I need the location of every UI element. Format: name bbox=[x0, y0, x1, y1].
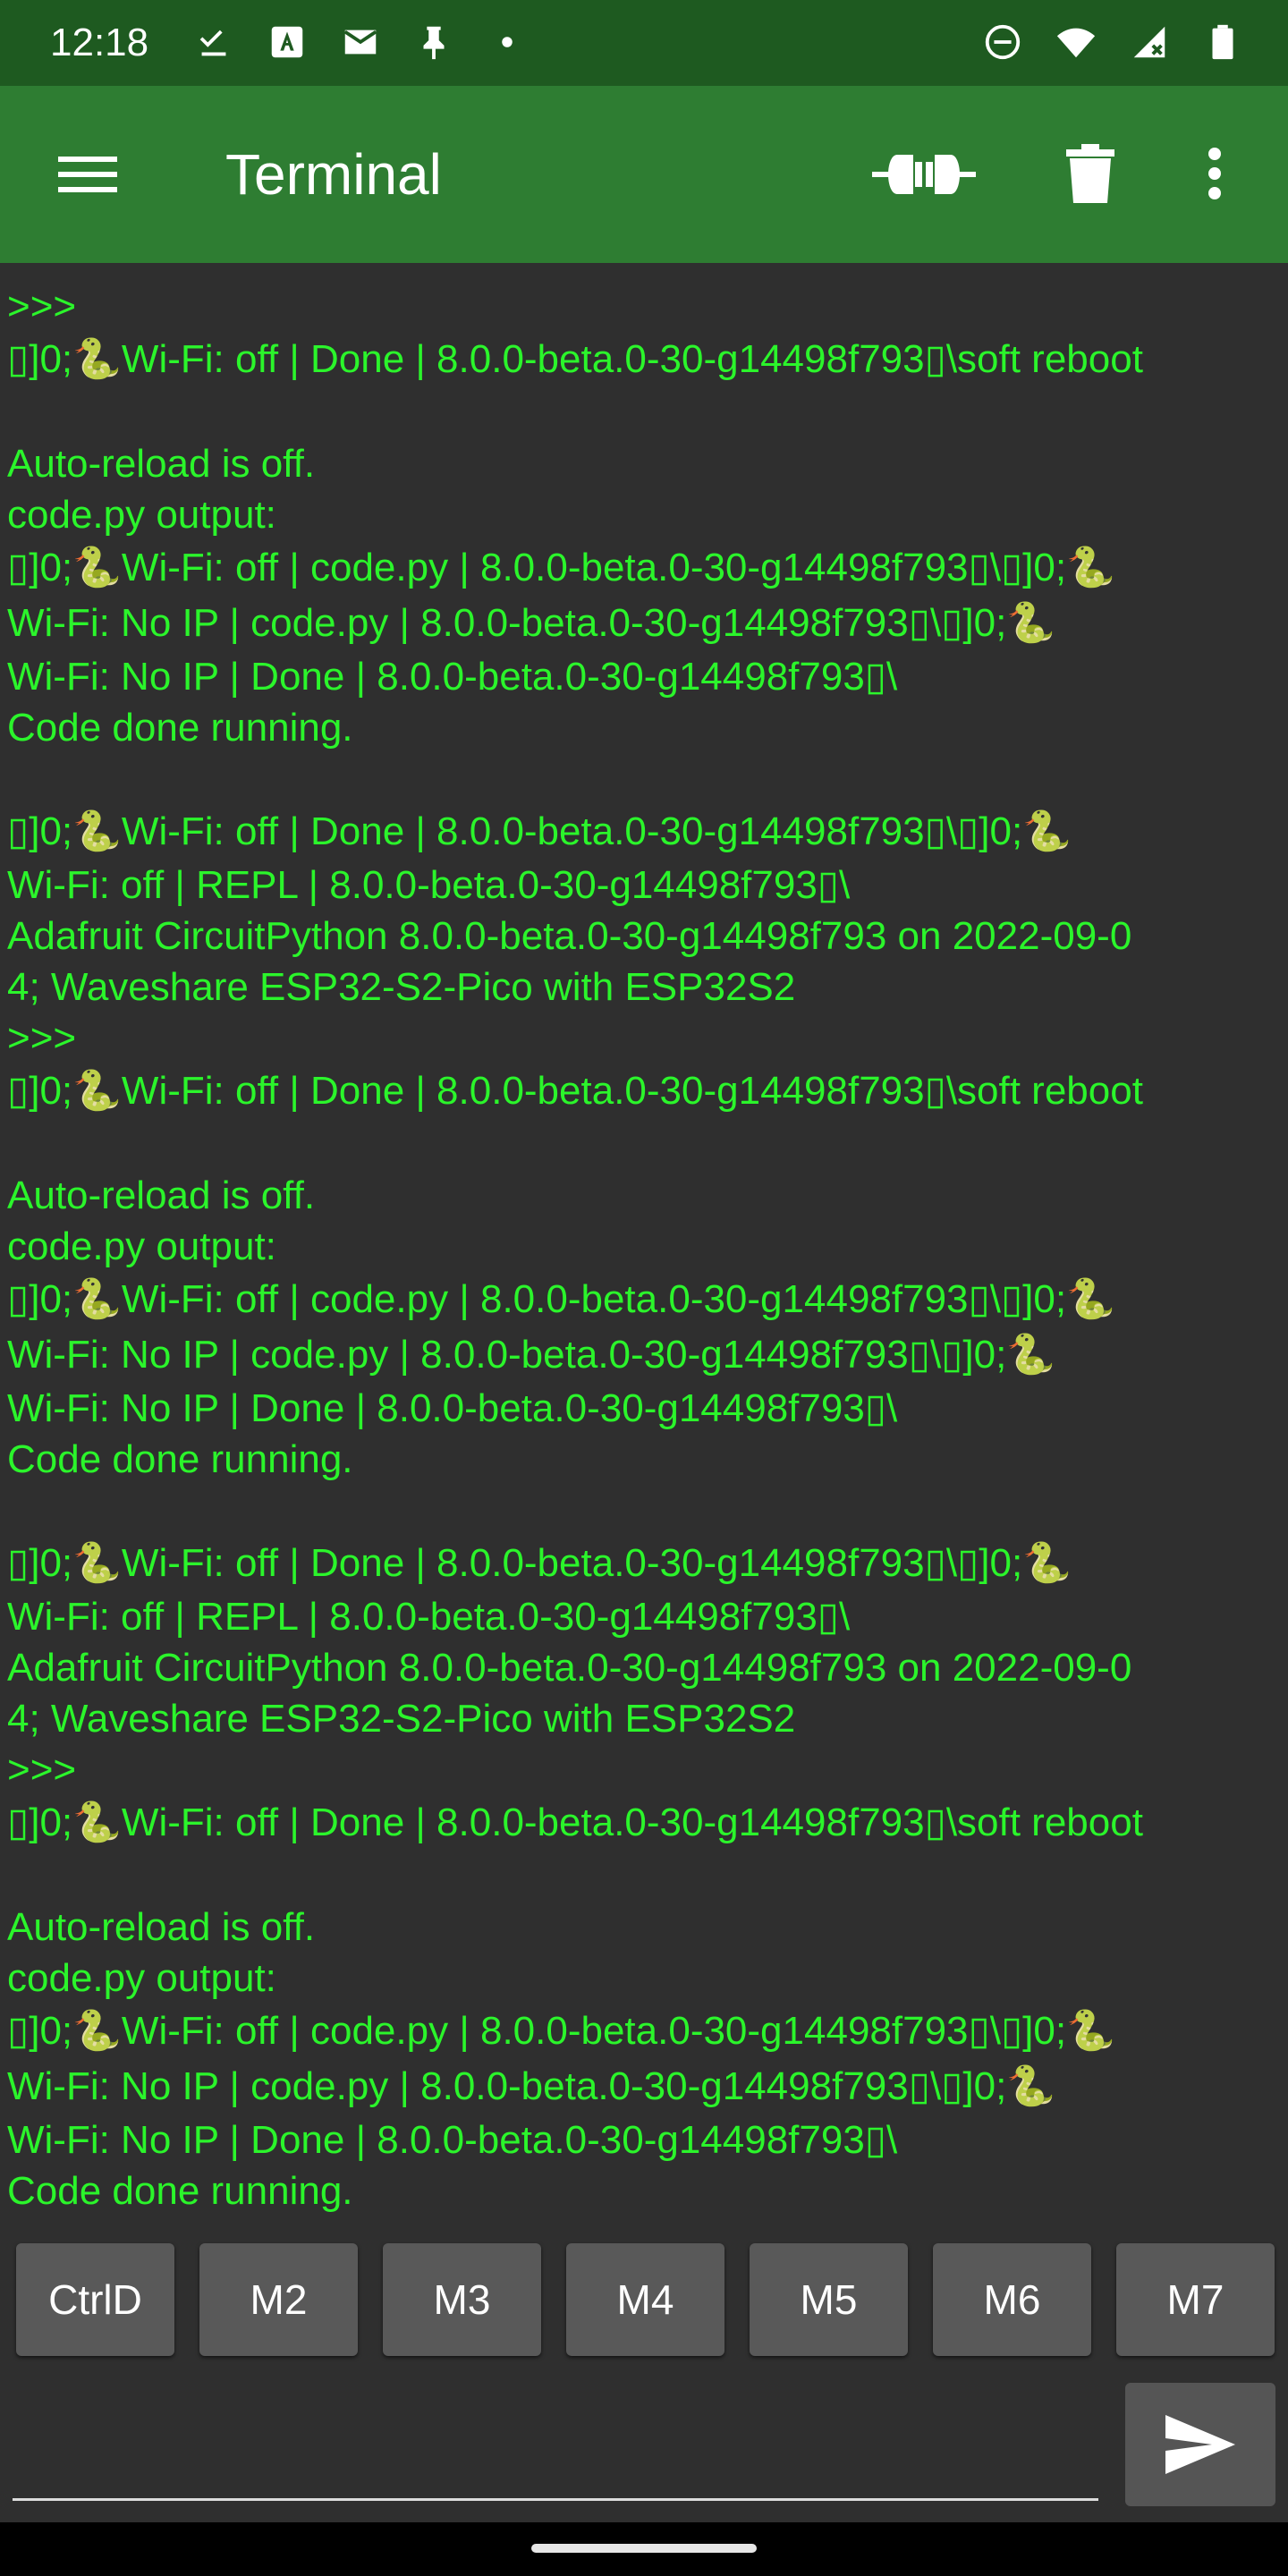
macro-button-row: CtrlD M2 M3 M4 M5 M6 M7 bbox=[0, 2243, 1288, 2360]
terminal-line: ▯]0;🐍Wi-Fi: off | code.py | 8.0.0-beta.0… bbox=[7, 2009, 1115, 2053]
font-icon bbox=[271, 26, 303, 58]
terminal-line: ▯]0;🐍Wi-Fi: off | Done | 8.0.0-beta.0-30… bbox=[7, 1801, 1143, 1844]
terminal-line: >>> bbox=[7, 284, 77, 328]
terminal-line: Wi-Fi: off | REPL | 8.0.0-beta.0-30-g144… bbox=[7, 863, 851, 907]
terminal-line: ▯]0;🐍Wi-Fi: off | Done | 8.0.0-beta.0-30… bbox=[7, 1541, 1072, 1585]
battery-icon bbox=[1212, 24, 1233, 60]
do-not-disturb-icon bbox=[985, 24, 1021, 60]
macro-button-m5[interactable]: M5 bbox=[750, 2243, 908, 2356]
terminal-line: code.py output: bbox=[7, 1956, 276, 2000]
hamburger-menu-icon bbox=[58, 157, 117, 192]
page-title: Terminal bbox=[225, 142, 442, 207]
terminal-line: ▯]0;🐍Wi-Fi: off | code.py | 8.0.0-beta.0… bbox=[7, 546, 1115, 589]
terminal-line: ▯]0;🐍Wi-Fi: off | Done | 8.0.0-beta.0-30… bbox=[7, 1069, 1143, 1113]
download-done-icon bbox=[199, 30, 226, 56]
system-navigation-bar bbox=[0, 2522, 1288, 2576]
overflow-menu-button[interactable] bbox=[1190, 132, 1240, 215]
terminal-line: Wi-Fi: off | REPL | 8.0.0-beta.0-30-g144… bbox=[7, 1595, 851, 1639]
macro-button-ctrld[interactable]: CtrlD bbox=[16, 2243, 174, 2356]
terminal-line: Adafruit CircuitPython 8.0.0-beta.0-30-g… bbox=[7, 1646, 1132, 1690]
macro-button-m2[interactable]: M2 bbox=[199, 2243, 358, 2356]
terminal-line: Wi-Fi: No IP | Done | 8.0.0-beta.0-30-g1… bbox=[7, 2118, 898, 2162]
terminal-line: Wi-Fi: No IP | Done | 8.0.0-beta.0-30-g1… bbox=[7, 655, 898, 699]
input-row bbox=[0, 2370, 1288, 2522]
terminal-line: Code done running. bbox=[7, 1437, 353, 1481]
terminal-line: Wi-Fi: No IP | code.py | 8.0.0-beta.0-30… bbox=[7, 601, 1056, 645]
terminal-line: >>> bbox=[7, 1748, 77, 1792]
terminal-line: Auto-reload is off. bbox=[7, 1905, 316, 1949]
pin-icon bbox=[423, 26, 445, 60]
connect-button[interactable] bbox=[866, 136, 982, 213]
terminal-line: Auto-reload is off. bbox=[7, 1174, 316, 1217]
terminal-line: Wi-Fi: No IP | Done | 8.0.0-beta.0-30-g1… bbox=[7, 1386, 898, 1430]
signal-icon bbox=[1133, 26, 1165, 58]
terminal-line: Code done running. bbox=[7, 2169, 353, 2213]
macro-button-m6[interactable]: M6 bbox=[933, 2243, 1091, 2356]
plug-connect-icon bbox=[872, 155, 976, 194]
terminal-line: ▯]0;🐍Wi-Fi: off | code.py | 8.0.0-beta.0… bbox=[7, 1277, 1115, 1321]
macro-button-m4[interactable]: M4 bbox=[566, 2243, 724, 2356]
mail-icon bbox=[343, 30, 377, 55]
status-notification-icons bbox=[193, 21, 528, 63]
terminal-line: Wi-Fi: No IP | code.py | 8.0.0-beta.0-30… bbox=[7, 2064, 1056, 2108]
status-bar: 12:18 bbox=[0, 0, 1288, 86]
terminal-line: code.py output: bbox=[7, 1224, 276, 1268]
send-text-input[interactable] bbox=[13, 2394, 1098, 2501]
dot-icon bbox=[502, 37, 513, 47]
wifi-icon bbox=[1056, 28, 1096, 58]
terminal-line: ▯]0;🐍Wi-Fi: off | Done | 8.0.0-beta.0-30… bbox=[7, 337, 1143, 381]
send-button[interactable] bbox=[1125, 2383, 1275, 2506]
app-bar: Terminal bbox=[0, 86, 1288, 263]
menu-button[interactable] bbox=[43, 138, 132, 211]
terminal-line: >>> bbox=[7, 1016, 77, 1060]
terminal-output[interactable]: >>> ▯]0;🐍Wi-Fi: off | Done | 8.0.0-beta.0… bbox=[0, 263, 1288, 2231]
more-vertical-icon bbox=[1208, 148, 1221, 199]
trash-icon bbox=[1066, 144, 1114, 203]
terminal-line: ▯]0;🐍Wi-Fi: off | Done | 8.0.0-beta.0-30… bbox=[7, 809, 1072, 853]
home-gesture-handle[interactable] bbox=[531, 2544, 757, 2553]
terminal-line: Auto-reload is off. bbox=[7, 442, 316, 486]
send-icon bbox=[1165, 2415, 1235, 2474]
terminal-line: 4; Waveshare ESP32-S2-Pico with ESP32S2 bbox=[7, 1697, 796, 1741]
terminal-line: Adafruit CircuitPython 8.0.0-beta.0-30-g… bbox=[7, 914, 1132, 958]
terminal-line: 4; Waveshare ESP32-S2-Pico with ESP32S2 bbox=[7, 965, 796, 1009]
macro-button-m7[interactable]: M7 bbox=[1116, 2243, 1275, 2356]
clear-terminal-button[interactable] bbox=[1054, 132, 1127, 215]
terminal-line: Wi-Fi: No IP | code.py | 8.0.0-beta.0-30… bbox=[7, 1333, 1056, 1377]
status-system-icons bbox=[982, 21, 1243, 63]
status-time: 12:18 bbox=[50, 21, 149, 64]
terminal-line: Code done running. bbox=[7, 706, 353, 750]
macro-button-m3[interactable]: M3 bbox=[383, 2243, 541, 2356]
terminal-line: code.py output: bbox=[7, 493, 276, 537]
